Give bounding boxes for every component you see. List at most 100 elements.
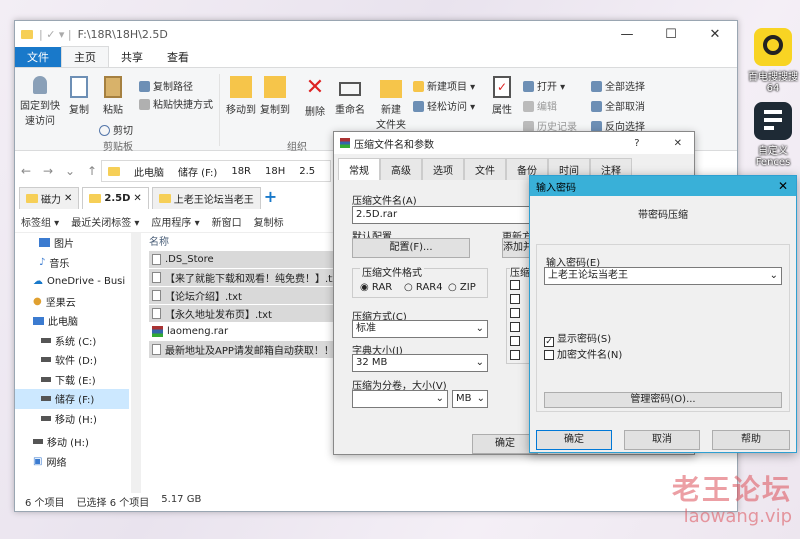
delete-button[interactable]: ✕ 删除: [301, 76, 329, 119]
back-arrow-icon[interactable]: ←: [15, 164, 37, 178]
tab-share[interactable]: 共享: [109, 47, 155, 67]
sidebar-item-drive-h-root[interactable]: 移动 (H:): [15, 432, 129, 452]
tab-view[interactable]: 查看: [155, 47, 201, 67]
new-item-button[interactable]: 新建项目 ▾: [413, 78, 475, 93]
ok-button[interactable]: 确定: [536, 430, 612, 450]
close-icon[interactable]: ✕: [64, 193, 72, 204]
edit-button[interactable]: 编辑: [523, 98, 557, 113]
copy-button[interactable]: 复制: [65, 76, 93, 116]
folder-tab-active[interactable]: 2.5D ✕: [82, 187, 149, 209]
tab-files[interactable]: 文件: [464, 158, 506, 180]
pin-icon: [33, 76, 47, 94]
sidebar-scrollbar[interactable]: [131, 233, 141, 493]
sidebar-item-jianguoyun[interactable]: ● 坚果云: [15, 292, 129, 312]
breadcrumb-item[interactable]: 2.5: [299, 166, 315, 177]
archive-option-checkbox[interactable]: [510, 350, 523, 361]
split-size-input[interactable]: ⌄: [352, 390, 448, 408]
tab-options[interactable]: 选项: [422, 158, 464, 180]
column-header-name[interactable]: 名称: [149, 233, 169, 248]
new-folder-button[interactable]: 新建 文件夹: [373, 76, 409, 131]
tab-home[interactable]: 主页: [61, 46, 109, 67]
split-unit-select[interactable]: MB ⌄: [452, 390, 488, 408]
show-password-checkbox[interactable]: ✓ 显示密码(S): [544, 330, 611, 347]
copy-tab-button[interactable]: 复制标: [254, 214, 284, 229]
pin-quick-access-button[interactable]: 固定到快 速访问: [19, 76, 61, 127]
minimize-button[interactable]: —: [605, 27, 649, 42]
breadcrumb-item[interactable]: 18H: [265, 166, 285, 177]
copy-to-button[interactable]: 复制到: [259, 76, 291, 116]
archive-option-checkbox[interactable]: [510, 280, 523, 291]
move-to-button[interactable]: 移动到: [225, 76, 257, 116]
sidebar-item-drive-d[interactable]: 软件 (D:): [15, 350, 129, 370]
list-item[interactable]: 最新地址及APP请发邮箱自动获取！！！: [149, 341, 349, 358]
new-window-button[interactable]: 新窗口: [212, 214, 242, 229]
close-button[interactable]: ✕: [693, 27, 737, 42]
paste-button[interactable]: 粘贴: [99, 76, 127, 116]
paste-shortcut-button[interactable]: 粘贴快捷方式: [139, 96, 213, 111]
chevron-down-icon[interactable]: ⌄: [59, 164, 81, 178]
sidebar-item-music[interactable]: ♪ 音乐: [15, 253, 129, 273]
desktop-icon-search-app[interactable]: 百电搜搜搜 64: [744, 28, 800, 94]
applications-menu[interactable]: 应用程序 ▾: [151, 214, 199, 229]
format-radio-rar4[interactable]: ○ RAR4: [404, 282, 443, 293]
sidebar-item-drive-e[interactable]: 下载 (E:): [15, 370, 129, 390]
close-icon[interactable]: ✕: [133, 193, 141, 204]
sidebar-item-network[interactable]: ▣ 网络: [15, 452, 129, 472]
format-radio-zip[interactable]: ○ ZIP: [448, 282, 476, 293]
sidebar-item-this-pc[interactable]: 此电脑: [15, 311, 129, 331]
tab-general[interactable]: 常规: [338, 158, 380, 180]
encrypt-file-names-checkbox[interactable]: 加密文件名(N): [544, 346, 622, 361]
breadcrumb-item[interactable]: 储存 (F:): [178, 164, 217, 179]
sidebar-item-onedrive[interactable]: ☁ OneDrive - Busi: [15, 272, 129, 292]
breadcrumb-item[interactable]: 18R: [231, 166, 251, 177]
forward-arrow-icon[interactable]: →: [37, 164, 59, 178]
desktop-icon-fences[interactable]: 自定义 Fences: [744, 102, 800, 168]
list-item[interactable]: 【论坛介绍】.txt: [149, 287, 349, 304]
easy-access-button[interactable]: 轻松访问 ▾: [413, 98, 475, 113]
breadcrumb-item[interactable]: 此电脑: [134, 164, 164, 179]
desktop-icon-label: 自定义 Fences: [755, 146, 791, 168]
sidebar-item-drive-h[interactable]: 移动 (H:): [15, 409, 129, 429]
format-radio-rar[interactable]: ◉ RAR: [360, 282, 392, 293]
folder-tab[interactable]: 磁力 ✕: [19, 187, 80, 209]
sidebar-item-drive-f[interactable]: 储存 (F:): [15, 389, 129, 409]
folder-tab[interactable]: 上老王论坛当老王: [151, 187, 261, 209]
archive-option-checkbox[interactable]: [510, 322, 523, 333]
list-item[interactable]: .DS_Store: [149, 251, 349, 268]
open-button[interactable]: 打开 ▾: [523, 78, 565, 93]
select-none-button[interactable]: 全部取消: [591, 98, 645, 113]
close-icon[interactable]: ✕: [778, 179, 788, 193]
archive-option-checkbox[interactable]: [510, 294, 523, 305]
list-item[interactable]: 【来了就能下载和观看！纯免费！】.txt: [149, 269, 349, 286]
manage-passwords-button[interactable]: 管理密码(O)...: [544, 392, 782, 408]
copy-path-button[interactable]: 复制路径: [139, 78, 193, 93]
password-input[interactable]: 上老王论坛当老王 ⌄: [544, 267, 782, 285]
close-icon[interactable]: ✕: [674, 138, 682, 149]
sidebar-item-drive-c[interactable]: 系统 (C:): [15, 331, 129, 351]
new-tab-button[interactable]: +: [264, 187, 277, 209]
add-and-replace-select[interactable]: 添加并: [502, 238, 530, 258]
list-item[interactable]: laomeng.rar: [149, 323, 349, 340]
tab-advanced[interactable]: 高级: [380, 158, 422, 180]
properties-button[interactable]: ✓ 属性: [489, 76, 515, 116]
maximize-button[interactable]: ☐: [649, 27, 693, 42]
tab-group-menu[interactable]: 标签组 ▾: [21, 214, 59, 229]
archive-option-checkbox[interactable]: [510, 308, 523, 319]
archive-option-checkbox[interactable]: [510, 336, 523, 347]
select-all-button[interactable]: 全部选择: [591, 78, 645, 93]
help-icon[interactable]: ?: [634, 138, 639, 149]
up-arrow-icon[interactable]: ↑: [81, 164, 103, 178]
breadcrumb[interactable]: 此电脑 储存 (F:) 18R 18H 2.5: [101, 160, 331, 182]
archive-name-input[interactable]: 2.5D.rar: [352, 206, 532, 224]
method-select[interactable]: 标准 ⌄: [352, 320, 488, 338]
rename-button[interactable]: 重命名: [333, 76, 367, 116]
help-button[interactable]: 帮助: [712, 430, 790, 450]
dictionary-select[interactable]: 32 MB ⌄: [352, 354, 488, 372]
profile-button[interactable]: 配置(F)...: [352, 238, 470, 258]
tab-file[interactable]: 文件: [15, 47, 61, 67]
cancel-button[interactable]: 取消: [624, 430, 700, 450]
recent-closed-tabs-menu[interactable]: 最近关闭标签 ▾: [71, 214, 139, 229]
cut-button[interactable]: 剪切: [99, 122, 133, 137]
sidebar-item-pictures[interactable]: 图片: [15, 233, 129, 253]
list-item[interactable]: 【永久地址发布页】.txt: [149, 305, 349, 322]
